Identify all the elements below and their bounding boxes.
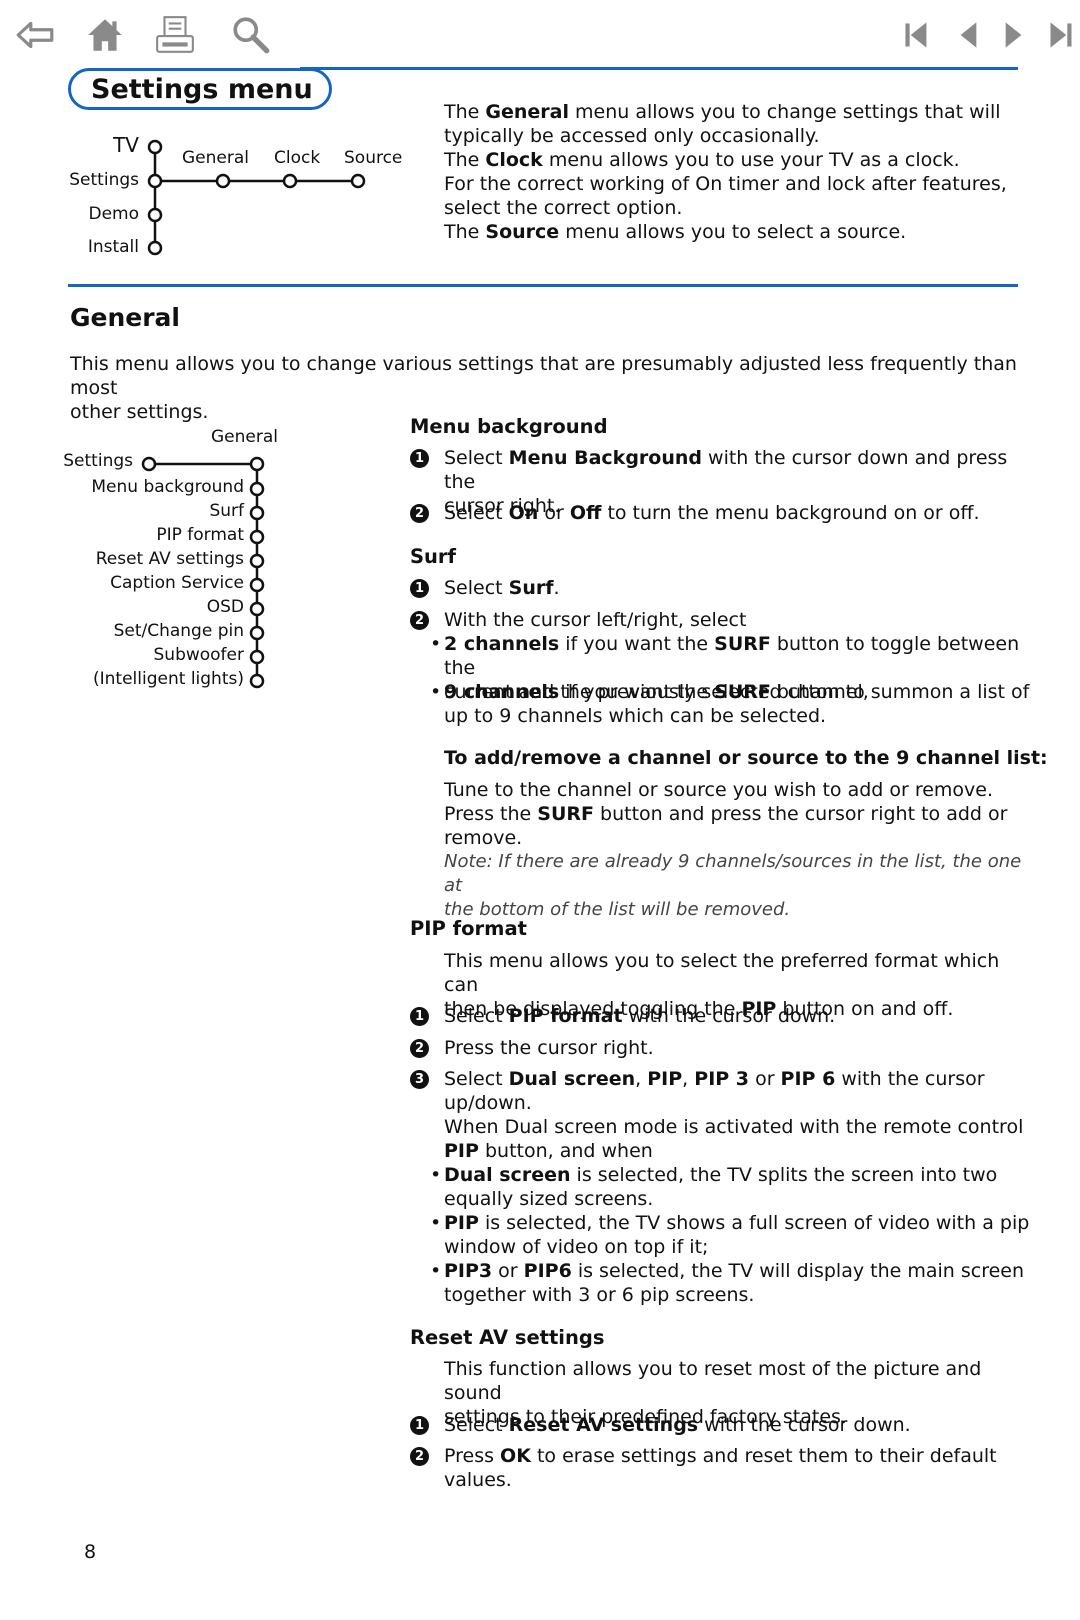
diagram-label-general: General: [182, 148, 249, 168]
top-rule: [300, 67, 1018, 70]
diagram-label-install: Install: [87, 237, 139, 257]
node-install: [147, 240, 163, 256]
diagram-label-source: Source: [344, 148, 403, 168]
diagram-item-label: PIP format: [156, 525, 244, 545]
pip-format-dual-screen-text: When Dual screen mode is activated with …: [444, 1116, 1024, 1162]
settings-menu-description: The General menu allows you to change se…: [444, 101, 1007, 243]
pip-bullet-pip: • PIP is selected, the TV shows a full s…: [430, 1212, 1030, 1258]
diagram-node: [249, 601, 265, 617]
reset-av-step-1: 1 Select Reset AV settings with the curs…: [410, 1413, 1022, 1437]
pip-format-heading: PIP format: [410, 917, 527, 940]
diagram-item-label: OSD: [206, 597, 244, 617]
diagram-item-label: Surf: [209, 501, 244, 521]
reset-av-step-2: 2 Press OK to erase settings and reset t…: [410, 1444, 1022, 1492]
pip-format-step-3: 3 Select Dual screen, PIP, PIP 3 or PIP …: [410, 1067, 1022, 1115]
node-clock: [282, 173, 298, 189]
diagram-label-general-top: General: [211, 427, 278, 447]
diagram-label-settings: Settings: [69, 170, 139, 190]
diagram-item-label: Set/Change pin: [113, 621, 244, 641]
diagram-item-label: Caption Service: [110, 573, 244, 593]
menu-background-step-2: 2 Select On or Off to turn the menu back…: [410, 501, 1022, 525]
diagram-node: [249, 673, 265, 689]
diagram-label-settings-root: Settings: [63, 451, 133, 471]
search-icon[interactable]: [230, 14, 272, 56]
diagram-node: [249, 553, 265, 569]
diagram-node: [249, 649, 265, 665]
print-icon[interactable]: [154, 14, 196, 56]
next-page-icon[interactable]: [992, 14, 1034, 56]
diagram-item-label: Menu background: [91, 477, 244, 497]
pip-bullet-pip3-pip6: • PIP3 or PIP6 is selected, the TV will …: [430, 1260, 1025, 1306]
surf-step-1: 1 Select Surf.: [410, 576, 1022, 600]
node-general: [215, 173, 231, 189]
diagram-node: [249, 625, 265, 641]
node-source: [350, 173, 366, 189]
diagram-label-clock: Clock: [274, 148, 321, 168]
diagram-label-demo: Demo: [88, 204, 139, 224]
surf-note: Note: If there are already 9 channels/so…: [444, 851, 1022, 896]
node-settings: [147, 173, 163, 189]
surf-bullet-9-channels: • 9 channels if you want the SURF button…: [430, 681, 1030, 727]
diagram-node: [249, 577, 265, 593]
settings-menu-title-box: Settings menu: [68, 68, 332, 110]
diagram-item-label: Reset AV settings: [95, 549, 244, 569]
diagram-item-label: (Intelligent lights): [93, 669, 244, 689]
diagram-node: [249, 481, 265, 497]
home-icon[interactable]: [84, 14, 126, 56]
last-page-icon[interactable]: [1040, 14, 1080, 56]
surf-heading: Surf: [410, 545, 457, 568]
previous-page-icon[interactable]: [948, 14, 990, 56]
general-intro: This menu allows you to change various s…: [70, 353, 1017, 423]
surf-add-remove-text: Tune to the channel or source you wish t…: [444, 778, 1034, 922]
first-page-icon[interactable]: [896, 14, 938, 56]
node-general: [249, 456, 265, 472]
surf-step-2: 2 With the cursor left/right, select: [410, 608, 1022, 632]
node-demo: [147, 207, 163, 223]
pip-format-step-1: 1 Select PIP format with the cursor down…: [410, 1004, 1022, 1028]
menu-background-heading: Menu background: [410, 415, 608, 438]
node-tv: [147, 139, 163, 155]
pip-format-step-2: 2 Press the cursor right.: [410, 1036, 1022, 1060]
diagram-label-tv: TV: [113, 133, 139, 157]
settings-menu-title: Settings menu: [91, 74, 313, 105]
diagram-item-label: Subwoofer: [153, 645, 245, 665]
diagram-node: [249, 529, 265, 545]
pip-bullet-dual-screen: • Dual screen is selected, the TV splits…: [430, 1164, 998, 1210]
diagram-node: [249, 505, 265, 521]
surf-subheading: To add/remove a channel or source to the…: [444, 747, 1048, 769]
section-rule: [68, 284, 1018, 287]
back-arrow-icon[interactable]: [14, 14, 56, 56]
page-number: 8: [84, 1541, 97, 1563]
reset-av-heading: Reset AV settings: [410, 1326, 605, 1349]
general-heading: General: [70, 303, 180, 332]
